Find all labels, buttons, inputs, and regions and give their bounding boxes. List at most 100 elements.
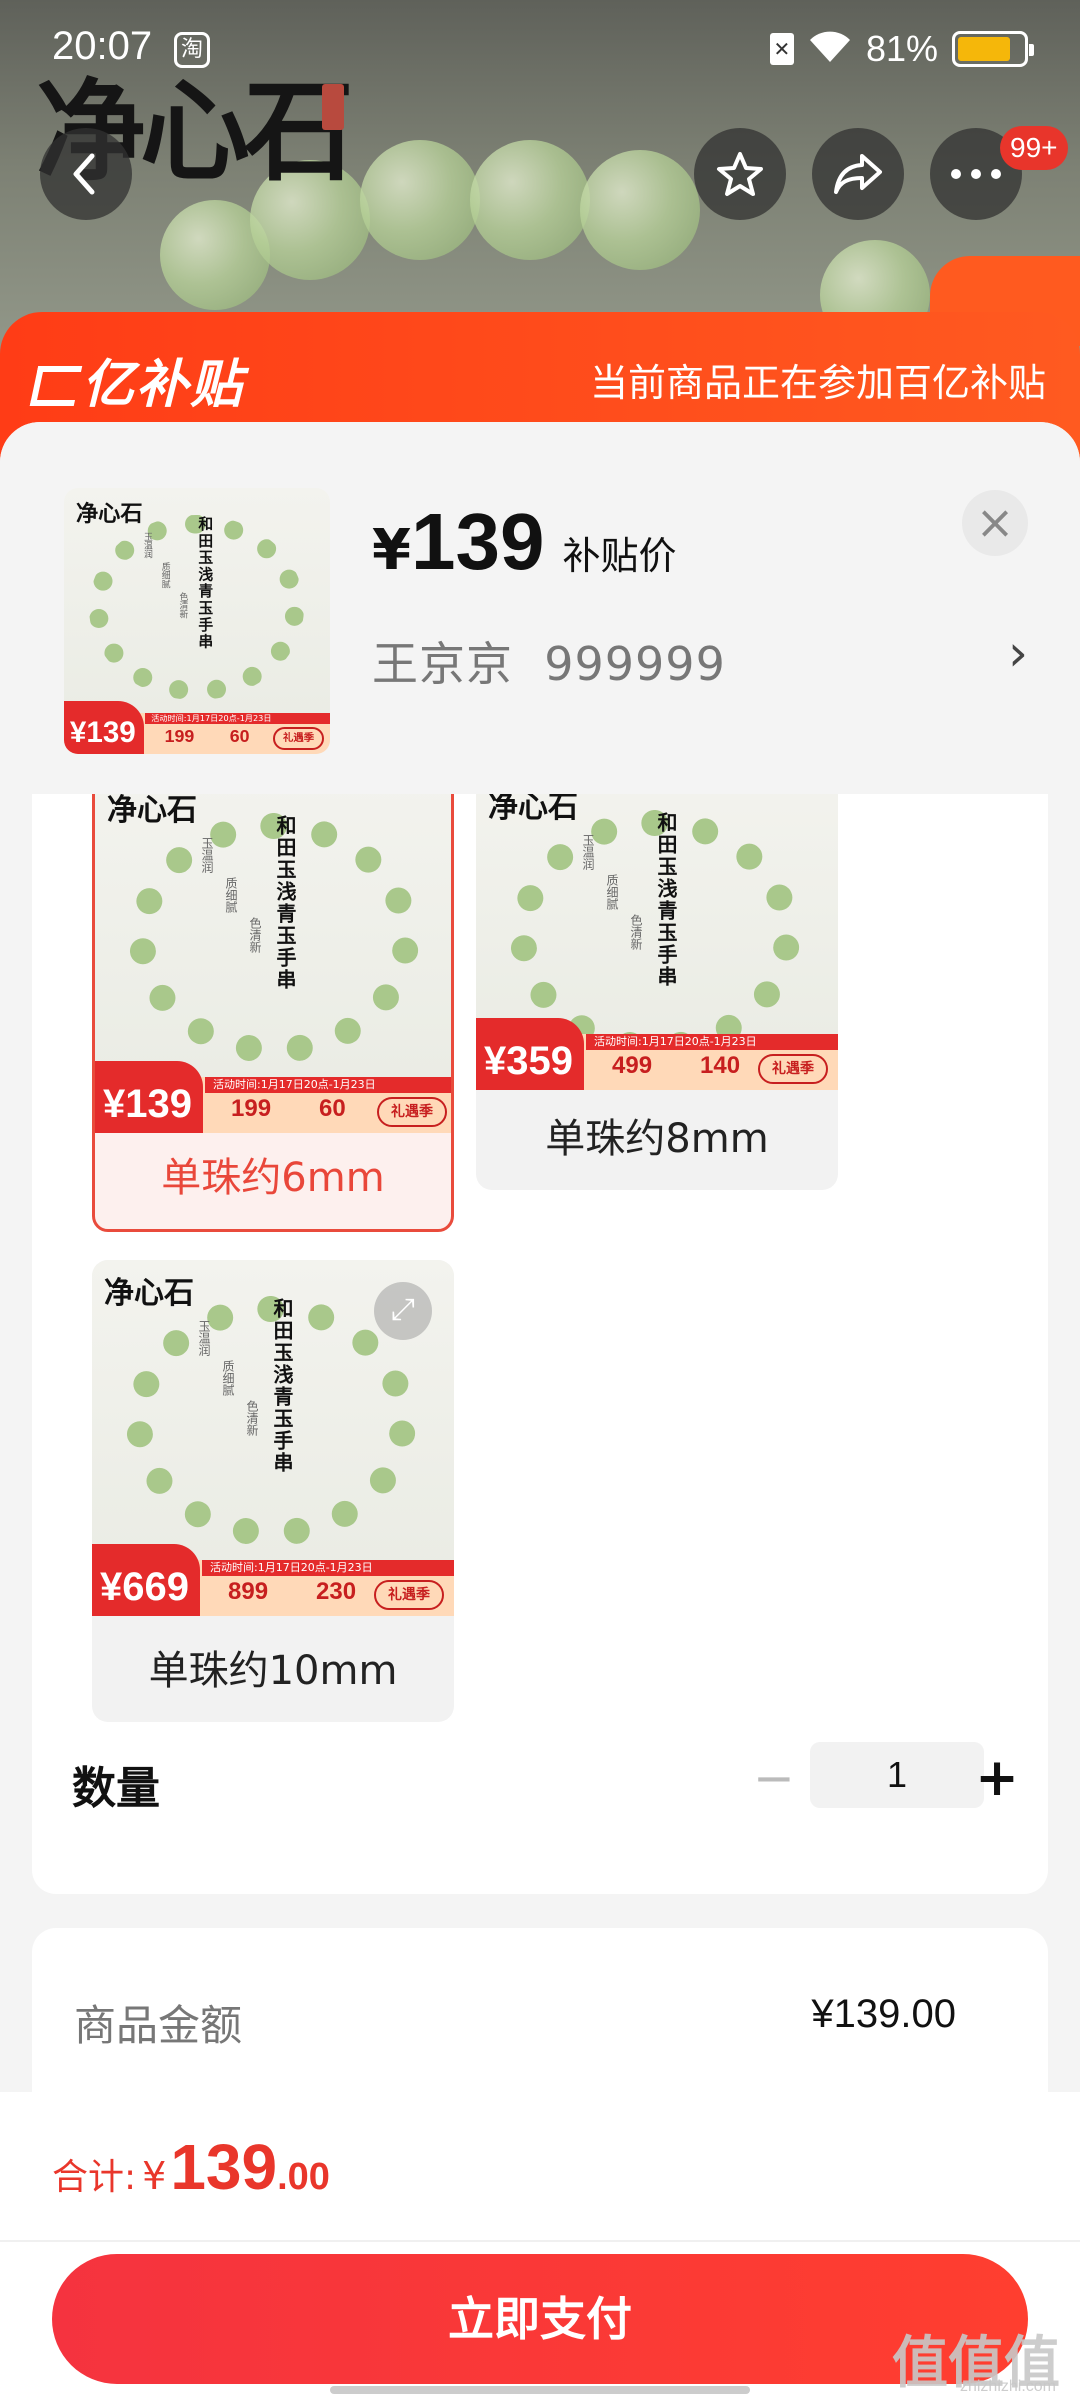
promo-subsidy: 60: [229, 725, 250, 746]
expand-icon[interactable]: ⤢: [374, 1282, 432, 1340]
promo-gift-badge: 礼遇季: [758, 1054, 828, 1084]
quantity-increase-button[interactable]: +: [962, 1750, 1032, 1810]
variant-option-8mm[interactable]: 净心石和田玉浅青玉手串 玉温润 质细腻 色清新活动时间:1月17日20点-1月23日 ¥…: [476, 794, 838, 1190]
promo-activity-time: 活动时间:1月17日20点-1月23日: [586, 1034, 838, 1050]
promo-subsidy: 230: [316, 1578, 357, 1605]
photo-subtitle: 色清新: [177, 591, 188, 619]
promo-daily-price: 499: [612, 1052, 653, 1079]
battery-percent: 81%: [865, 28, 938, 69]
back-button[interactable]: [40, 128, 132, 220]
promo-subsidy: 60: [319, 1095, 346, 1122]
share-icon: [834, 154, 882, 194]
promo-activity-time: 活动时间:1月17日20点-1月23日: [205, 1077, 451, 1093]
photo-brand-logo: 净心石: [488, 794, 578, 825]
product-photo: 净心石和田玉浅青玉手串 玉温润 质细腻 色清新活动时间:1月17日20点-1月23日 ¥…: [64, 488, 330, 754]
photo-title: 和田玉浅青玉手串: [270, 1298, 294, 1474]
subsidy-logo-icon: [29, 366, 83, 406]
status-time: 20:07: [52, 24, 153, 68]
promo-price: ¥139: [64, 700, 144, 754]
promo-price: ¥359: [476, 1018, 584, 1090]
promo-gift-badge: 礼遇季: [377, 1097, 447, 1127]
banner-message: 当前商品正在参加百亿补贴: [589, 361, 1046, 405]
quantity-label: 数量: [72, 1763, 160, 1814]
photo-subtitle: 质细腻: [605, 874, 619, 910]
amount-value: ¥139.00: [811, 1992, 956, 2036]
variant-option-6mm[interactable]: 净心石和田玉浅青玉手串 玉温润 质细腻 色清新活动时间:1月17日20点-1月23日 ¥…: [92, 794, 454, 1232]
chevron-right-icon[interactable]: ›: [1008, 624, 1028, 682]
product-photo: 净心石和田玉浅青玉手串 玉温润 质细腻 色清新活动时间:1月17日20点-1月23日 ¥…: [476, 794, 838, 1090]
variant-image: 净心石和田玉浅青玉手串 玉温润 质细腻 色清新活动时间:1月17日20点-1月23日 ¥…: [95, 794, 451, 1133]
promo-activity-time: 活动时间:1月17日20点-1月23日: [145, 712, 330, 725]
promo-price: ¥669: [92, 1544, 200, 1616]
amount-label: 商品金额: [74, 2001, 243, 2050]
promo-activity-time: 活动时间:1月17日20点-1月23日: [202, 1560, 454, 1576]
home-indicator[interactable]: [330, 2386, 750, 2394]
battery-icon: [952, 31, 1034, 67]
variant-image: 净心石和田玉浅青玉手串 玉温润 质细腻 色清新活动时间:1月17日20点-1月23日 ¥…: [476, 794, 838, 1090]
photo-title: 和田玉浅青玉手串: [654, 812, 678, 988]
photo-brand-logo: 净心石: [76, 501, 143, 527]
subsidy-logo-text: 亿补贴: [82, 355, 245, 415]
variant-option-10mm[interactable]: 净心石和田玉浅青玉手串 玉温润 质细腻 色清新活动时间:1月17日20点-1月23日 ¥…: [92, 1260, 454, 1722]
variant-label: 单珠约6mm: [161, 1155, 385, 1201]
variant-label: 单珠约10mm: [148, 1648, 398, 1694]
star-icon: [717, 152, 763, 196]
selected-spec[interactable]: 王京京 999999: [372, 628, 726, 694]
promo-strip: 活动时间:1月17日20点-1月23日 ¥139 199 60 礼遇季: [64, 700, 330, 754]
more-dots-icon: [951, 169, 1001, 179]
promo-strip: 活动时间:1月17日20点-1月23日 ¥139 199 60 礼遇季: [95, 1061, 451, 1133]
status-bar: 20:07 淘 ✕ 81%: [0, 0, 1080, 100]
total-decimal: .00: [277, 2156, 330, 2198]
photo-subtitle: 玉温润: [581, 834, 595, 870]
subsidy-logo: 亿补贴: [29, 342, 245, 417]
price-tag: 补贴价: [562, 534, 677, 578]
photo-subtitle: 色清新: [629, 914, 643, 950]
favorite-button[interactable]: [694, 128, 786, 220]
photo-subtitle: 玉温润: [200, 837, 214, 873]
promo-price: ¥139: [95, 1061, 203, 1133]
price-symbol: ¥: [372, 518, 411, 583]
quantity-decrease-button[interactable]: −: [744, 1750, 804, 1810]
photo-subtitle: 质细腻: [221, 1360, 235, 1396]
total-line: 合计: ¥ 139 .00: [52, 2130, 330, 2204]
promo-gift-badge: 礼遇季: [272, 727, 325, 750]
promo-daily-price: 199: [231, 1095, 272, 1122]
share-button[interactable]: [812, 128, 904, 220]
variant-card: 净心石 和田玉浅青玉手串 玉温润 质细腻 色清新 活动时间:1月17日20点-1月23日 ¥…: [32, 794, 1048, 1894]
promo-strip: 活动时间:1月17日20点-1月23日 ¥359 499 140 礼遇季: [476, 1018, 838, 1090]
wifi-icon: [808, 30, 852, 68]
photo-brand-logo: 净心石: [104, 1276, 194, 1311]
photo-subtitle: 色清新: [245, 1400, 259, 1436]
promo-daily-price: 199: [164, 725, 195, 746]
total-integer: 139: [170, 2131, 278, 2203]
divider: [0, 2240, 1080, 2242]
site-watermark-url: zhizhizhi.com: [959, 2378, 1056, 2395]
variant-label: 单珠约8mm: [545, 1116, 769, 1162]
product-photo: 净心石和田玉浅青玉手串 玉温润 质细腻 色清新活动时间:1月17日20点-1月23日 ¥…: [95, 794, 451, 1133]
product-thumbnail[interactable]: 净心石和田玉浅青玉手串 玉温润 质细腻 色清新活动时间:1月17日20点-1月23日 ¥…: [64, 488, 330, 754]
photo-title: 和田玉浅青玉手串: [196, 516, 214, 651]
total-label: 合计:: [52, 2157, 137, 2198]
price-line: ¥ 139 补贴价: [372, 496, 676, 588]
more-badge: 99+: [1000, 126, 1068, 170]
sim-icon: ✕: [769, 33, 794, 65]
product-summary: 净心石 和田玉浅青玉手串 玉温润 质细腻 色清新 活动时间:1月17日20点-1月23日 ¥…: [0, 422, 1080, 794]
photo-subtitle: 质细腻: [159, 562, 170, 589]
total-symbol: ¥: [142, 2154, 167, 2198]
photo-subtitle: 玉温润: [141, 532, 152, 560]
taobao-notification-icon: 淘: [174, 32, 210, 68]
photo-subtitle: 色清新: [248, 917, 262, 953]
price-value: 139: [410, 497, 545, 586]
promo-gift-badge: 礼遇季: [374, 1580, 444, 1610]
photo-subtitle: 玉温润: [197, 1320, 211, 1356]
promo-subsidy: 140: [700, 1052, 741, 1079]
photo-brand-logo: 净心石: [107, 794, 197, 828]
promo-strip: 活动时间:1月17日20点-1月23日 ¥669 899 230 礼遇季: [92, 1544, 454, 1616]
chevron-left-icon: [73, 153, 95, 195]
pay-now-button[interactable]: 立即支付: [52, 2254, 1028, 2384]
photo-subtitle: 质细腻: [224, 877, 238, 913]
close-button[interactable]: ×: [962, 490, 1028, 556]
promo-daily-price: 899: [228, 1578, 269, 1605]
photo-title: 和田玉浅青玉手串: [273, 815, 297, 991]
quantity-input[interactable]: 1: [810, 1742, 984, 1808]
